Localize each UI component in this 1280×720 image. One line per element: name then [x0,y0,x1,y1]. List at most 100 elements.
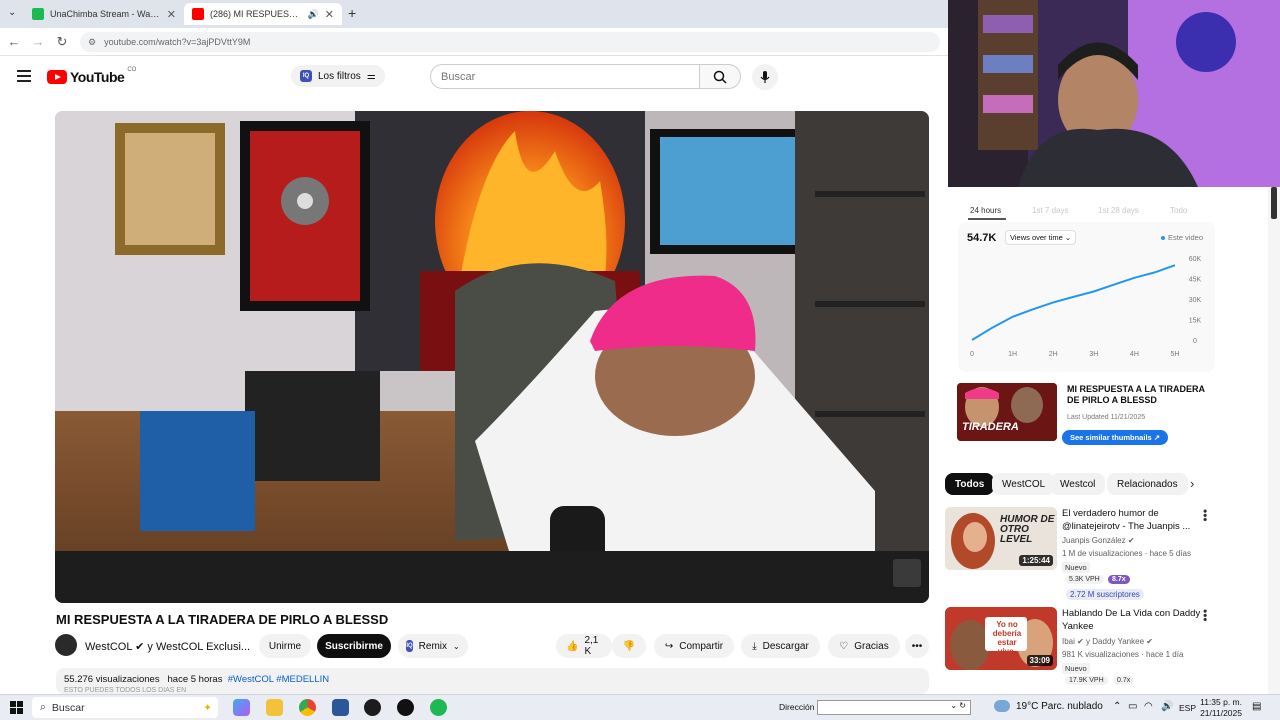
stats-tab-24h[interactable]: 24 hours [970,206,1001,215]
channel-name[interactable]: WestCOL ✔ y WestCOL Exclusi... [85,640,250,653]
share-button[interactable]: ↪ Compartir [654,634,734,658]
subscribe-button[interactable]: Suscribirme [317,634,391,658]
stats-tab-28d[interactable]: 1st 28 days [1098,206,1139,215]
heart-dollar-icon: ♡ [839,640,849,652]
chip-relacionados[interactable]: Relacionados [1107,473,1188,495]
spotify-icon[interactable] [430,699,447,716]
filters-button[interactable]: IQ Los filtros ⚌ [291,65,385,87]
rec-channel[interactable]: Ibai ✔ y Daddy Yankee ✔ [1062,637,1153,646]
tab-list-chevron-icon[interactable]: ⌄ [8,7,16,18]
video-player[interactable] [55,111,929,603]
more-vertical-icon[interactable]: ••• [1198,609,1212,622]
youtube-logo[interactable]: YouTube CO [47,67,137,85]
x-tick-label: 4H [1130,351,1139,358]
voice-search-button[interactable] [752,64,778,90]
reload-icon[interactable]: ↻ [54,34,70,50]
video-duration: 1:25:44 [1019,555,1053,566]
new-tab-button[interactable]: + [348,5,356,21]
x-tick-label: 0 [970,351,974,358]
download-icon: ⤓ [752,640,757,652]
chevron-right-icon[interactable]: › [1190,476,1194,491]
hamburger-menu-icon[interactable] [17,70,31,82]
tab-youtube[interactable]: (286) MI RESPUESTA A LA TIRADERA 🔊 ✕ [184,3,342,25]
download-button[interactable]: ⤓ Descargar [741,634,820,658]
join-button[interactable]: Unirme [259,634,311,658]
search-input[interactable] [441,70,699,83]
rec-meta: 981 K visualizaciones · hace 1 día [1062,650,1184,659]
stats-tab-all[interactable]: Todo [1170,206,1187,215]
search-icon: ⌕ [40,701,46,713]
weather-widget[interactable]: 19°C Parc. nublado [994,700,1103,712]
input-language[interactable]: ESP [1179,703,1196,713]
rec-thumbnail-text: Yo no debería estar vivo. [992,620,1022,656]
clock[interactable]: 11:35 p. m. 21/11/2025 [1200,697,1242,719]
like-button[interactable]: 👍 2,1 K [556,634,612,658]
tab-unachimba[interactable]: UnaChimba Stream - Watch Live ✕ [24,3,184,25]
search-highlight-icon: ✦ [203,701,212,714]
speaker-icon[interactable]: 🔊 [1161,701,1173,712]
hashtags[interactable]: #WestCOL #MEDELLIN [228,674,329,685]
obs-icon[interactable] [364,699,381,716]
wifi-icon[interactable]: ◠ [1144,701,1153,712]
scrollbar-thumb[interactable] [1271,187,1277,219]
rec-title[interactable]: Hablando De La Vida con Daddy Yankee [1062,607,1207,633]
address-bar[interactable]: ⚙ youtube.com/watch?v=3ajPDVttY9M [80,32,940,52]
close-icon[interactable]: ✕ [167,8,176,21]
forward-arrow-icon[interactable]: → [30,34,46,49]
rec-thumbnail[interactable]: HUMOR DE OTRO LEVEL 1:25:44 [945,507,1057,570]
taskbar-search-label: Buscar [51,701,85,714]
back-arrow-icon[interactable]: ← [6,34,22,49]
tray-app-icon[interactable]: ▭ [1128,701,1137,712]
multiplier-badge: 0.7x [1113,676,1135,685]
windows-taskbar: ⌕ Buscar ✦ Dirección ⌄ ↻ 19°C Parc. nubl… [0,694,1280,720]
site-info-icon[interactable]: ⚙ [88,37,96,48]
video-title: MI RESPUESTA A LA TIRADERA DE PIRLO A BL… [56,612,389,627]
recommendation-item[interactable]: HUMOR DE OTRO LEVEL 1:25:44 El verdadero… [945,507,1220,600]
more-actions-button[interactable]: ••• [905,634,929,658]
chip-westcol-lower[interactable]: Westcol [1050,473,1106,495]
rec-thumbnail[interactable]: Yo no debería estar vivo. 33:09 [945,607,1057,670]
description-box[interactable]: 55.276 visualizaciones hace 5 horas #Wes… [56,668,929,694]
share-icon: ↪ [664,640,674,652]
more-vertical-icon[interactable]: ••• [1198,509,1212,522]
dislike-button[interactable]: 👎 [612,634,646,658]
recommendation-chips: Todos WestCOL Westcol Relacionados › [945,473,1245,497]
search-button[interactable] [699,64,741,89]
page-scrollbar[interactable] [1268,187,1280,694]
chip-todos[interactable]: Todos [945,473,995,495]
word-icon[interactable] [332,699,349,716]
taskbar-search[interactable]: ⌕ Buscar ✦ [32,697,218,718]
owner-row: WestCOL ✔ y WestCOL Exclusi... Unirme Su… [55,634,935,660]
y-tick-label: 0 [1193,338,1197,345]
views-dropdown[interactable]: Views over time ⌄ [1005,230,1077,245]
windows-start-icon[interactable] [10,701,23,714]
chevron-up-icon[interactable]: ⌃ [1113,701,1121,712]
channel-avatar[interactable] [55,634,77,656]
chrome-icon[interactable] [299,699,316,716]
file-explorer-icon[interactable] [266,699,283,716]
chip-westcol[interactable]: WestCOL [992,473,1056,495]
remix-button[interactable]: IQ Remix ⌄ [398,634,468,658]
filters-label: Los filtros [318,70,361,82]
chart-svg: 60K 45K 30K 15K 0 0 1H 2H 3H 4H 5H [970,256,1202,358]
notifications-icon[interactable]: ▤ [1252,701,1261,712]
see-similar-thumbnails-button[interactable]: See similar thumbnails ↗ [1062,430,1169,445]
browser-url-bar: ← → ↻ ⚙ youtube.com/watch?v=3ajPDVttY9M [0,28,948,56]
address-toolbar-input[interactable]: ⌄ ↻ [817,700,971,715]
thanks-button[interactable]: ♡ Gracias [828,634,900,658]
rec-title[interactable]: El verdadero humor de @linatejeirotv - T… [1062,507,1207,533]
copilot-icon[interactable] [233,699,250,716]
recommendation-item[interactable]: Yo no debería estar vivo. 33:09 Hablando… [945,607,1220,693]
url-text: youtube.com/watch?v=3ajPDVttY9M [104,37,251,47]
search-box[interactable] [430,64,700,89]
close-icon[interactable]: ✕ [325,8,334,21]
stats-tab-7d[interactable]: 1st 7 days [1032,206,1068,215]
legend-dot [1160,235,1165,240]
more-horizontal-icon: ••• [911,640,923,652]
country-code: CO [127,67,137,73]
chevron-down-icon[interactable]: ⌄ [453,642,460,651]
tab-title: (286) MI RESPUESTA A LA TIRADERA [210,9,302,19]
streaming-app-icon[interactable] [397,699,414,716]
speaker-icon[interactable]: 🔊 [308,9,319,20]
rec-channel[interactable]: Juanpis González ✔ [1062,536,1135,545]
